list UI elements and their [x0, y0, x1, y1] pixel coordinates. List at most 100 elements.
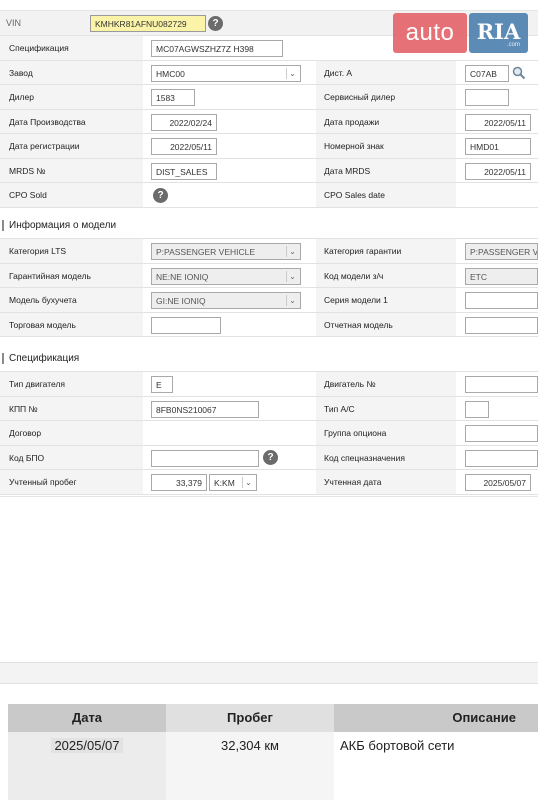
history-table: Дата Пробег Описание 2025/05/07 32,304 к…	[8, 704, 538, 800]
row-lts: Категория LTS P:PASSENGER VEHICLE ⌄ Кате…	[0, 239, 538, 264]
magnifier-icon[interactable]	[512, 66, 526, 80]
divider	[0, 496, 538, 497]
cpo-sales-date-label: CPO Sales date	[316, 183, 456, 207]
dealer-label: Дилер	[0, 85, 143, 109]
parts-model-code-field[interactable]: ETC	[465, 267, 538, 285]
history-header-description: Описание	[334, 704, 538, 732]
row-gearbox: КПП № 8FB0NS210067 Тип A/C	[0, 396, 538, 421]
history-header-date: Дата	[8, 704, 166, 732]
row-cpo: CPO Sold ? CPO Sales date	[0, 183, 538, 208]
row-contract: Договор Группа опциона	[0, 421, 538, 446]
spec-heading: Спецификация	[0, 347, 538, 371]
accounting-model-value: GI:NE IONIQ	[156, 296, 206, 306]
row-prod-date: Дата Производства 2022/02/24 Дата продаж…	[0, 109, 538, 134]
row-spec: Спецификация MC07AGWSZHZ7Z H398	[0, 36, 538, 61]
reg-date-label: Дата регистрации	[0, 134, 143, 158]
trade-model-field[interactable]	[151, 316, 221, 334]
model-series-label: Серия модели 1	[316, 288, 456, 312]
warranty-category-field[interactable]: P:PASSENGER VEHI	[465, 243, 538, 260]
general-section: Спецификация MC07AGWSZHZ7Z H398 Завод HM…	[0, 36, 538, 208]
row-engine: Тип двигателя E Двигатель №	[0, 372, 538, 397]
special-code-field[interactable]	[465, 449, 538, 467]
row-trade-model: Торговая модель Отчетная модель	[0, 312, 538, 337]
model-info-section: Категория LTS P:PASSENGER VEHICLE ⌄ Кате…	[0, 238, 538, 337]
lts-category-label: Категория LTS	[0, 239, 143, 263]
history-cell-mileage: 32,304 км	[166, 732, 334, 800]
ac-type-label: Тип A/C	[316, 396, 456, 420]
warranty-model-label: Гарантийная модель	[0, 263, 143, 287]
row-dealer: Дилер 1583 Сервисный дилер	[0, 85, 538, 110]
reg-date-field[interactable]: 2022/05/11	[151, 138, 217, 155]
lts-category-select[interactable]: P:PASSENGER VEHICLE ⌄	[151, 243, 301, 260]
plant-select[interactable]: HMC00 ⌄	[151, 64, 301, 82]
bpo-code-field[interactable]	[151, 449, 259, 467]
row-accounting-model: Модель бухучета GI:NE IONIQ ⌄ Серия моде…	[0, 288, 538, 313]
option-group-label: Группа опциона	[316, 421, 456, 445]
history-cell-description: АКБ бортовой сети	[334, 732, 538, 800]
chevron-down-icon: ⌄	[242, 477, 254, 488]
row-bpo: Код БПО ? Код спецназначения	[0, 445, 538, 470]
accounting-model-label: Модель бухучета	[0, 288, 143, 312]
chevron-down-icon: ⌄	[286, 295, 298, 306]
mileage-unit-value: K:KM	[214, 478, 235, 488]
mrds-no-field[interactable]: DIST_SALES	[151, 162, 217, 180]
chevron-down-icon: ⌄	[286, 67, 298, 79]
model-info-title: Информация о модели	[9, 220, 117, 231]
model-info-heading: Информация о модели	[0, 214, 538, 238]
vin-field[interactable]: KMHKR81AFNU082729	[90, 15, 206, 32]
history-cell-date: 2025/05/07	[8, 732, 166, 800]
gearbox-no-field[interactable]: 8FB0NS210067	[151, 400, 259, 418]
service-dealer-label: Сервисный дилер	[316, 85, 456, 109]
dist-label: Дист. А	[316, 60, 456, 84]
dealer-field[interactable]: 1583	[151, 89, 195, 106]
model-series-field[interactable]	[465, 292, 538, 309]
divider-band	[0, 662, 538, 684]
mrds-date-label: Дата MRDS	[316, 158, 456, 182]
spec-label: Спецификация	[0, 36, 143, 60]
spec-section: Тип двигателя E Двигатель № КПП № 8FB0NS…	[0, 371, 538, 495]
mileage-unit-select[interactable]: K:KM ⌄	[209, 474, 257, 491]
option-group-field[interactable]	[465, 425, 538, 442]
trade-model-label: Торговая модель	[0, 312, 143, 336]
history-date: 2025/05/07	[51, 738, 123, 753]
spec-title: Спецификация	[9, 353, 80, 364]
special-code-label: Код спецназначения	[316, 445, 456, 469]
row-reg-date: Дата регистрации 2022/05/11 Номерной зна…	[0, 134, 538, 159]
warranty-model-value: NE:NE IONIQ	[156, 271, 209, 282]
plate-field[interactable]: HMD01	[465, 138, 531, 155]
cpo-help-icon[interactable]: ?	[153, 188, 168, 203]
spec-field[interactable]: MC07AGWSZHZ7Z H398	[151, 40, 283, 57]
mrds-date-field[interactable]: 2022/05/11	[465, 162, 531, 180]
engine-type-field[interactable]: E	[151, 376, 173, 393]
contract-label: Договор	[0, 421, 143, 445]
cpo-sold-label: CPO Sold	[0, 183, 143, 207]
service-dealer-field[interactable]	[465, 89, 509, 106]
gearbox-no-label: КПП №	[0, 396, 143, 420]
row-warranty-model: Гарантийная модель NE:NE IONIQ ⌄ Код мод…	[0, 263, 538, 288]
mrds-no-label: MRDS №	[0, 158, 143, 182]
report-model-field[interactable]	[465, 316, 538, 334]
mileage-date-field[interactable]: 2025/05/07	[465, 474, 531, 491]
warranty-model-select[interactable]: NE:NE IONIQ ⌄	[151, 267, 301, 285]
bpo-help-icon[interactable]: ?	[263, 449, 278, 465]
engine-no-label: Двигатель №	[316, 372, 456, 396]
sale-date-field[interactable]: 2022/05/11	[465, 113, 531, 131]
vin-help-icon[interactable]: ?	[208, 16, 223, 31]
warranty-category-label: Категория гарантии	[316, 239, 456, 263]
chevron-down-icon: ⌄	[286, 246, 298, 257]
mileage-field[interactable]: 33,379	[151, 474, 207, 491]
mileage-label: Учтенный пробег	[0, 470, 143, 494]
plant-value: HMC00	[156, 68, 185, 79]
report-model-label: Отчетная модель	[316, 312, 456, 336]
engine-no-field[interactable]	[465, 376, 538, 393]
prod-date-label: Дата Производства	[0, 109, 143, 133]
bpo-code-label: Код БПО	[0, 445, 143, 469]
prod-date-field[interactable]: 2022/02/24	[151, 113, 217, 131]
parts-model-code-label: Код модели з/ч	[316, 263, 456, 287]
ac-type-field[interactable]	[465, 400, 489, 418]
dist-field[interactable]: C07AB	[465, 64, 509, 82]
row-mileage: Учтенный пробег 33,379 K:KM ⌄ Учтенная д…	[0, 470, 538, 495]
chevron-down-icon: ⌄	[286, 270, 298, 282]
plant-label: Завод	[0, 60, 143, 84]
accounting-model-select[interactable]: GI:NE IONIQ ⌄	[151, 292, 301, 309]
